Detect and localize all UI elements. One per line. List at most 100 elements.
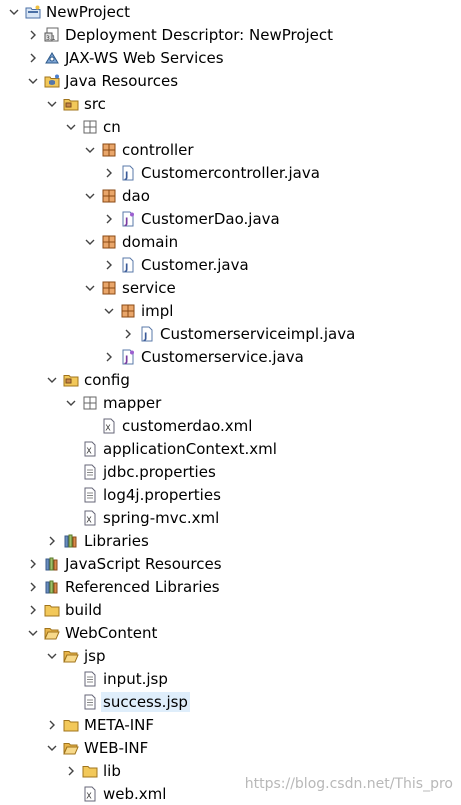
tree-item[interactable]: service — [0, 276, 461, 299]
chevron-right-icon[interactable] — [63, 763, 79, 779]
tree-item-label: dao — [122, 186, 150, 205]
svg-text:J: J — [124, 217, 128, 227]
chevron-right-icon[interactable] — [25, 579, 41, 595]
chevron-down-icon[interactable] — [6, 4, 22, 20]
tree-item[interactable]: WEB-INF — [0, 736, 461, 759]
chevron-right-icon[interactable] — [44, 533, 60, 549]
toggle-spacer — [63, 786, 79, 802]
tree-item[interactable]: success.jsp — [0, 690, 461, 713]
tree-item[interactable]: XapplicationContext.xml — [0, 437, 461, 460]
chevron-down-icon[interactable] — [82, 234, 98, 250]
tree-item[interactable]: Xspring-mvc.xml — [0, 506, 461, 529]
tree-item[interactable]: 3.1 Deployment Descriptor: NewProject — [0, 23, 461, 46]
folder-icon — [44, 602, 60, 618]
source-folder-icon — [63, 96, 79, 112]
chevron-right-icon[interactable] — [25, 556, 41, 572]
tree-item-label: WebContent — [65, 623, 158, 642]
svg-text:3.1: 3.1 — [46, 35, 56, 42]
svg-text:J: J — [124, 171, 128, 181]
toggle-spacer — [63, 464, 79, 480]
tree-item-label: Customercontroller.java — [141, 163, 320, 182]
java-file-icon: J — [139, 326, 155, 342]
tree-item-label: META-INF — [84, 715, 155, 734]
chevron-down-icon[interactable] — [101, 303, 117, 319]
chevron-right-icon[interactable] — [25, 50, 41, 66]
chevron-right-icon[interactable] — [25, 27, 41, 43]
tree-item[interactable]: dao — [0, 184, 461, 207]
tree-item[interactable]: build — [0, 598, 461, 621]
tree-item[interactable]: Java Resources — [0, 69, 461, 92]
svg-text:X: X — [105, 423, 111, 432]
tree-item-label: Referenced Libraries — [65, 577, 220, 596]
chevron-down-icon[interactable] — [63, 395, 79, 411]
tree-item-label: JAX-WS Web Services — [65, 48, 224, 67]
package-icon — [101, 280, 117, 296]
tree-item-label: WEB-INF — [84, 738, 149, 757]
tree-item[interactable]: cn — [0, 115, 461, 138]
tree-item-label: log4j.properties — [103, 485, 221, 504]
tree-item[interactable]: controller — [0, 138, 461, 161]
chevron-down-icon[interactable] — [82, 188, 98, 204]
svg-text:X: X — [86, 446, 92, 455]
chevron-down-icon[interactable] — [63, 119, 79, 135]
chevron-right-icon[interactable] — [44, 717, 60, 733]
tree-item[interactable]: META-INF — [0, 713, 461, 736]
chevron-down-icon[interactable] — [44, 372, 60, 388]
source-folder-icon — [63, 372, 79, 388]
java-interface-icon: J — [120, 211, 136, 227]
tree-item[interactable]: J Customercontroller.java — [0, 161, 461, 184]
tree-item-label: jdbc.properties — [103, 462, 216, 481]
tree-item[interactable]: jsp — [0, 644, 461, 667]
tree-item[interactable]: impl — [0, 299, 461, 322]
tree-item[interactable]: mapper — [0, 391, 461, 414]
text-file-icon — [82, 671, 98, 687]
tree-item-label: build — [65, 600, 102, 619]
chevron-down-icon[interactable] — [44, 740, 60, 756]
tree-item[interactable]: J Customerserviceimpl.java — [0, 322, 461, 345]
chevron-right-icon[interactable] — [120, 326, 136, 342]
tree-item[interactable]: J Customer.java — [0, 253, 461, 276]
tree-item[interactable]: Libraries — [0, 529, 461, 552]
tree-item-label: domain — [122, 232, 179, 251]
tree-item-label: jsp — [84, 646, 106, 665]
tree-item[interactable]: domain — [0, 230, 461, 253]
tree-item[interactable]: log4j.properties — [0, 483, 461, 506]
chevron-down-icon[interactable] — [82, 142, 98, 158]
empty-package-icon — [82, 119, 98, 135]
web-services-icon — [44, 50, 60, 66]
tree-item-label: Java Resources — [65, 71, 179, 90]
chevron-right-icon[interactable] — [25, 602, 41, 618]
package-icon — [120, 303, 136, 319]
tree-item[interactable]: Xcustomerdao.xml — [0, 414, 461, 437]
svg-text:J: J — [124, 263, 128, 273]
tree-item-label: impl — [141, 301, 174, 320]
tree-item[interactable]: src — [0, 92, 461, 115]
chevron-down-icon[interactable] — [44, 648, 60, 664]
chevron-right-icon[interactable] — [101, 165, 117, 181]
tree-item[interactable]: jdbc.properties — [0, 460, 461, 483]
tree-item-label: Deployment Descriptor: NewProject — [65, 25, 334, 44]
libraries-icon — [44, 556, 60, 572]
chevron-down-icon[interactable] — [44, 96, 60, 112]
tree-item-label: lib — [103, 761, 121, 780]
tree-item[interactable]: J CustomerDao.java — [0, 207, 461, 230]
tree-item[interactable]: JAX-WS Web Services — [0, 46, 461, 69]
tree-item[interactable]: NewProject — [0, 0, 461, 23]
tree-item-label: Customerservice.java — [141, 347, 304, 366]
chevron-down-icon[interactable] — [25, 625, 41, 641]
chevron-right-icon[interactable] — [101, 349, 117, 365]
tree-item[interactable]: WebContent — [0, 621, 461, 644]
tree-item[interactable]: J Customerservice.java — [0, 345, 461, 368]
chevron-down-icon[interactable] — [82, 280, 98, 296]
tree-item[interactable]: Referenced Libraries — [0, 575, 461, 598]
chevron-right-icon[interactable] — [101, 211, 117, 227]
chevron-down-icon[interactable] — [25, 73, 41, 89]
chevron-right-icon[interactable] — [101, 257, 117, 273]
text-file-icon — [82, 464, 98, 480]
tree-item[interactable]: JavaScript Resources — [0, 552, 461, 575]
tree-item[interactable]: input.jsp — [0, 667, 461, 690]
folder-open-icon — [63, 740, 79, 756]
tree-item[interactable]: config — [0, 368, 461, 391]
folder-open-icon — [63, 648, 79, 664]
java-interface-icon: J — [120, 349, 136, 365]
